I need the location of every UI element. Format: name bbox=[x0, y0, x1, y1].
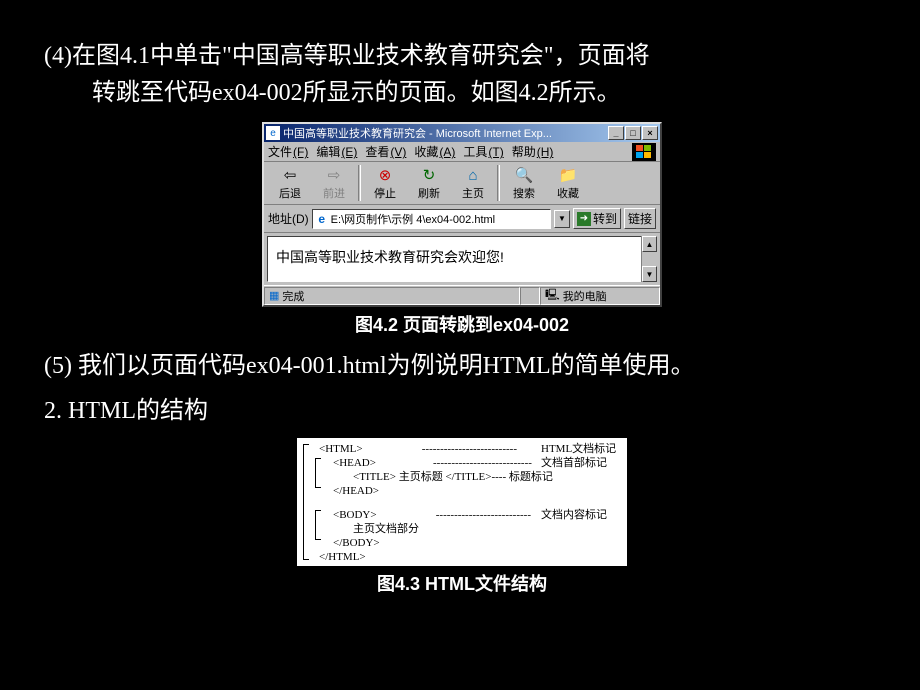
maximize-button[interactable]: □ bbox=[625, 126, 641, 140]
go-button[interactable]: ➜ 转到 bbox=[573, 208, 621, 229]
refresh-icon: ↻ bbox=[419, 165, 439, 185]
address-bar: 地址(D) e E:\网页制作\示例 4\ex04-002.html ▼ ➜ 转… bbox=[264, 205, 660, 233]
struct-body-open: <BODY> bbox=[333, 508, 433, 522]
favorites-icon: 📁 bbox=[558, 165, 578, 185]
bracket-body bbox=[315, 510, 321, 540]
scroll-up-button[interactable]: ▲ bbox=[642, 236, 657, 252]
menu-edit[interactable]: 编辑(E) bbox=[316, 143, 357, 160]
favorites-button[interactable]: 📁 收藏 bbox=[546, 164, 590, 202]
bracket-outer bbox=[303, 444, 309, 560]
window-titlebar: e 中国高等职业技术教育研究会 - Microsoft Internet Exp… bbox=[264, 124, 660, 142]
menu-tools[interactable]: 工具(T) bbox=[463, 143, 503, 160]
home-button[interactable]: ⌂ 主页 bbox=[451, 164, 495, 202]
struct-head-close: </HEAD> bbox=[333, 484, 379, 498]
struct-body-desc: 文档内容标记 bbox=[541, 508, 621, 522]
paragraph-6: 2. HTML的结构 bbox=[44, 392, 880, 430]
struct-body-close: </BODY> bbox=[333, 536, 380, 550]
address-dropdown-button[interactable]: ▼ bbox=[554, 210, 570, 228]
bracket-head bbox=[315, 458, 321, 488]
struct-head-desc: 文档首部标记 bbox=[541, 456, 621, 470]
back-button[interactable]: ⇦ 后退 bbox=[268, 164, 312, 202]
menu-favorites[interactable]: 收藏(A) bbox=[414, 143, 455, 160]
toolbar: ⇦ 后退 ⇨ 前进 ⊗ 停止 ↻ 刷新 ⌂ 主页 🔍 bbox=[264, 162, 660, 205]
menubar: 文件(F) 编辑(E) 查看(V) 收藏(A) 工具(T) 帮助(H) bbox=[264, 142, 660, 162]
done-icon: ▦ bbox=[269, 289, 279, 302]
struct-html-open: <HTML> bbox=[319, 442, 419, 456]
home-icon: ⌂ bbox=[463, 165, 483, 185]
stop-icon: ⊗ bbox=[375, 165, 395, 185]
paragraph-5: (5) 我们以页面代码ex04-001.html为例说明HTML的简单使用。 bbox=[44, 347, 880, 385]
refresh-button[interactable]: ↻ 刷新 bbox=[407, 164, 451, 202]
scroll-down-button[interactable]: ▼ bbox=[642, 266, 657, 282]
go-icon: ➜ bbox=[577, 212, 591, 226]
menu-view[interactable]: 查看(V) bbox=[365, 143, 406, 160]
page-content-area: 中国高等职业技术教育研究会欢迎您! ▲ ▼ bbox=[267, 236, 657, 282]
struct-head-open: <HEAD> bbox=[333, 456, 433, 470]
address-input[interactable]: e E:\网页制作\示例 4\ex04-002.html bbox=[312, 209, 551, 229]
status-pane-done: ▦ 完成 bbox=[264, 287, 520, 305]
browser-screenshot: e 中国高等职业技术教育研究会 - Microsoft Internet Exp… bbox=[262, 122, 662, 307]
ie-icon: e bbox=[266, 126, 280, 140]
computer-icon: 🖳 bbox=[545, 286, 560, 305]
struct-html-close: </HTML> bbox=[319, 550, 366, 564]
back-icon: ⇦ bbox=[280, 165, 300, 185]
status-bar: ▦ 完成 🖳 我的电脑 bbox=[264, 285, 660, 305]
page-icon: e bbox=[315, 212, 329, 226]
struct-html-desc: HTML文档标记 bbox=[541, 442, 621, 456]
address-label: 地址(D) bbox=[268, 210, 309, 227]
menu-help[interactable]: 帮助(H) bbox=[512, 143, 554, 160]
forward-button[interactable]: ⇨ 前进 bbox=[312, 164, 356, 202]
status-pane-empty bbox=[520, 287, 540, 305]
para4-line1: (4)在图4.1中单击"中国高等职业技术教育研究会"，页面将 bbox=[44, 43, 650, 69]
para4-line2: 转跳至代码ex04-002所显示的页面。如图4.2所示。 bbox=[44, 75, 880, 112]
search-icon: 🔍 bbox=[514, 165, 534, 185]
toolbar-separator bbox=[358, 165, 361, 201]
figure-4-2-caption: 图4.2 页面转跳到ex04-002 bbox=[44, 311, 880, 337]
links-button[interactable]: 链接 bbox=[624, 208, 656, 229]
struct-title: <TITLE> 主页标题 </TITLE> bbox=[353, 470, 491, 484]
figure-4-3-caption: 图4.3 HTML文件结构 bbox=[44, 570, 880, 596]
html-structure-diagram: <HTML> -------------------------- HTML文档… bbox=[297, 438, 627, 566]
address-value: E:\网页制作\示例 4\ex04-002.html bbox=[331, 211, 495, 227]
close-button[interactable]: × bbox=[642, 126, 658, 140]
status-pane-zone: 🖳 我的电脑 bbox=[540, 287, 660, 305]
struct-title-desc: 标题标记 bbox=[509, 470, 589, 484]
search-button[interactable]: 🔍 搜索 bbox=[502, 164, 546, 202]
windows-logo-icon bbox=[632, 143, 656, 161]
toolbar-separator bbox=[497, 165, 500, 201]
minimize-button[interactable]: _ bbox=[608, 126, 624, 140]
window-title: 中国高等职业技术教育研究会 - Microsoft Internet Exp..… bbox=[283, 125, 608, 141]
struct-body-content: 主页文档部分 bbox=[353, 522, 419, 536]
stop-button[interactable]: ⊗ 停止 bbox=[363, 164, 407, 202]
paragraph-4: (4)在图4.1中单击"中国高等职业技术教育研究会"，页面将 转跳至代码ex04… bbox=[44, 38, 880, 112]
page-content-text: 中国高等职业技术教育研究会欢迎您! bbox=[276, 249, 504, 265]
forward-icon: ⇨ bbox=[324, 165, 344, 185]
menu-file[interactable]: 文件(F) bbox=[268, 143, 308, 160]
vertical-scrollbar[interactable]: ▲ ▼ bbox=[641, 236, 657, 282]
